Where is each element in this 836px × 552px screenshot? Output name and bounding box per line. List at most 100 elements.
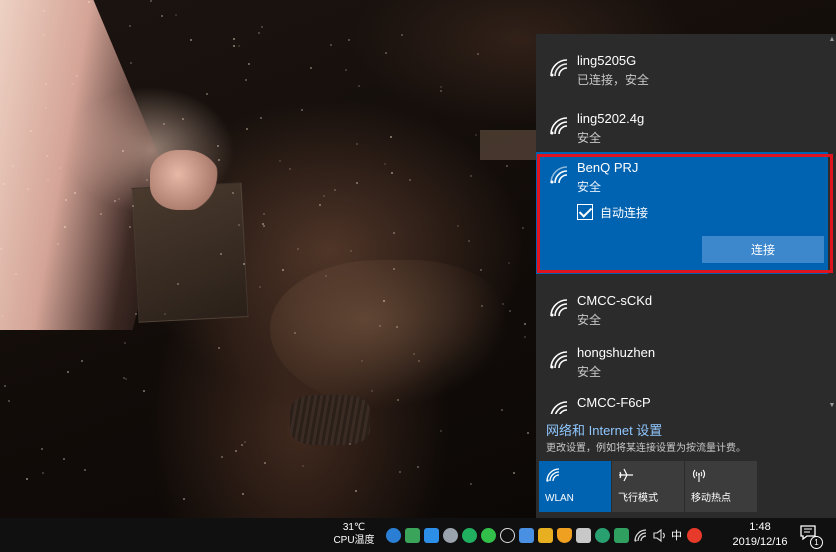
dust-speck	[391, 172, 393, 174]
dust-speck	[393, 232, 395, 234]
security-shield-icon[interactable]	[557, 527, 572, 543]
wifi-signal-icon	[550, 401, 568, 414]
dust-speck	[242, 493, 244, 495]
user-app-icon[interactable]	[595, 527, 610, 543]
wifi-signal-icon	[550, 59, 568, 77]
dust-speck	[0, 248, 2, 250]
dust-speck	[506, 165, 508, 167]
wifi-signal-icon	[550, 117, 568, 135]
sogou-input-icon[interactable]	[687, 527, 702, 543]
dust-speck	[246, 128, 248, 130]
dust-speck	[383, 300, 385, 302]
dust-speck	[349, 443, 351, 445]
wallpaper-hand	[150, 150, 220, 210]
dust-speck	[114, 200, 116, 202]
pen-tool-icon[interactable]	[576, 527, 591, 543]
network-list-scrollbar[interactable]: ▲ ▼	[828, 34, 836, 414]
network-flyout: ling5205G 已连接，安全 ling5202.4g 安全 BenQ PRJ…	[536, 34, 836, 518]
dust-speck	[42, 472, 44, 474]
dust-speck	[371, 390, 373, 392]
airplane-mode-tile[interactable]: 飞行模式	[612, 461, 684, 512]
auto-connect-row[interactable]: 自动连接	[577, 203, 648, 221]
hotspot-tile-label: 移动热点	[691, 493, 731, 504]
scroll-down-arrow-icon[interactable]: ▼	[828, 402, 836, 410]
network-name: CMCC-sCKd	[577, 293, 653, 308]
shield-app-icon[interactable]	[386, 527, 401, 543]
link-icon[interactable]	[500, 527, 515, 543]
action-center-button[interactable]: 1	[800, 525, 823, 549]
network-settings-link[interactable]: 网络和 Internet 设置	[546, 420, 662, 439]
dust-speck	[129, 226, 131, 228]
dust-speck	[409, 179, 411, 181]
wifi-tray-icon[interactable]	[633, 528, 648, 543]
dust-speck	[282, 269, 284, 271]
dust-speck	[190, 39, 192, 41]
dust-speck	[238, 224, 240, 226]
dust-speck	[319, 204, 321, 206]
clock[interactable]: 1:48 2019/12/16	[728, 520, 792, 550]
folder-app-icon[interactable]	[538, 527, 553, 543]
dust-speck	[264, 462, 266, 464]
wlan-tile-label: WLAN	[545, 493, 574, 504]
hotspot-icon	[692, 469, 706, 482]
dust-speck	[393, 268, 395, 270]
dust-speck	[385, 52, 387, 54]
network-status: 已连接，安全	[577, 73, 650, 87]
wlan-toggle-tile[interactable]: WLAN	[539, 461, 611, 512]
message-app-icon[interactable]	[424, 527, 439, 543]
volume-icon[interactable]	[652, 528, 667, 543]
connect-button[interactable]: 连接	[702, 236, 824, 263]
dust-speck	[399, 471, 401, 473]
mobile-hotspot-tile[interactable]: 移动热点	[685, 461, 757, 512]
input-method-indicator[interactable]: 中	[671, 527, 682, 543]
wifi-network-item-selected[interactable]: BenQ PRJ 安全 自动连接 连接	[536, 152, 828, 274]
mail-app-icon[interactable]	[519, 527, 534, 543]
dust-speck	[334, 189, 336, 191]
dust-speck	[217, 145, 219, 147]
dust-speck	[384, 163, 386, 165]
dust-speck	[84, 469, 86, 471]
clock-date: 2019/12/16	[732, 536, 788, 548]
wallpaper-sleeve	[270, 260, 510, 410]
scroll-up-arrow-icon[interactable]: ▲	[828, 36, 836, 44]
wifi-network-item[interactable]: ling5202.4g 安全	[536, 92, 828, 150]
dust-speck	[47, 179, 49, 181]
green-app-icon[interactable]	[462, 527, 477, 543]
wifi-network-item[interactable]: CMCC-F6cP 安全	[536, 376, 828, 414]
clock-time: 1:48	[749, 521, 771, 533]
cpu-temperature-widget[interactable]: 31℃ CPU温度	[330, 521, 378, 547]
wifi-signal-icon	[550, 351, 568, 369]
dust-speck	[248, 63, 250, 65]
dust-speck	[4, 385, 6, 387]
dust-speck	[245, 79, 247, 81]
dust-speck	[297, 248, 299, 250]
network-status: 安全	[577, 180, 602, 194]
dust-speck	[221, 456, 223, 458]
dust-speck	[468, 240, 470, 242]
dust-speck	[12, 165, 14, 167]
wifi-network-item[interactable]: ling5205G 已连接，安全	[536, 34, 828, 92]
dust-speck	[232, 192, 234, 194]
dust-speck	[43, 10, 45, 12]
wechat-icon[interactable]	[481, 527, 496, 543]
wifi-network-item[interactable]: CMCC-sCKd 安全	[536, 274, 828, 332]
dust-speck	[163, 123, 165, 125]
dust-speck	[206, 93, 208, 95]
dust-speck	[356, 143, 358, 145]
dust-speck	[323, 195, 325, 197]
dust-speck	[244, 441, 246, 443]
auto-connect-checkbox[interactable]	[577, 204, 593, 220]
dust-speck	[527, 432, 529, 434]
dust-speck	[175, 14, 177, 16]
dust-speck	[396, 326, 398, 328]
app-tray-icon[interactable]	[443, 527, 458, 543]
monitor-app-icon[interactable]	[614, 527, 629, 543]
dust-speck	[397, 399, 399, 401]
dust-speck	[502, 303, 504, 305]
dust-speck	[218, 347, 220, 349]
dust-speck	[418, 360, 420, 362]
dust-speck	[164, 313, 166, 315]
system-tray: 中	[386, 527, 706, 543]
wifi-network-list[interactable]: ling5205G 已连接，安全 ling5202.4g 安全 BenQ PRJ…	[536, 34, 828, 414]
photo-app-icon[interactable]	[405, 527, 420, 543]
